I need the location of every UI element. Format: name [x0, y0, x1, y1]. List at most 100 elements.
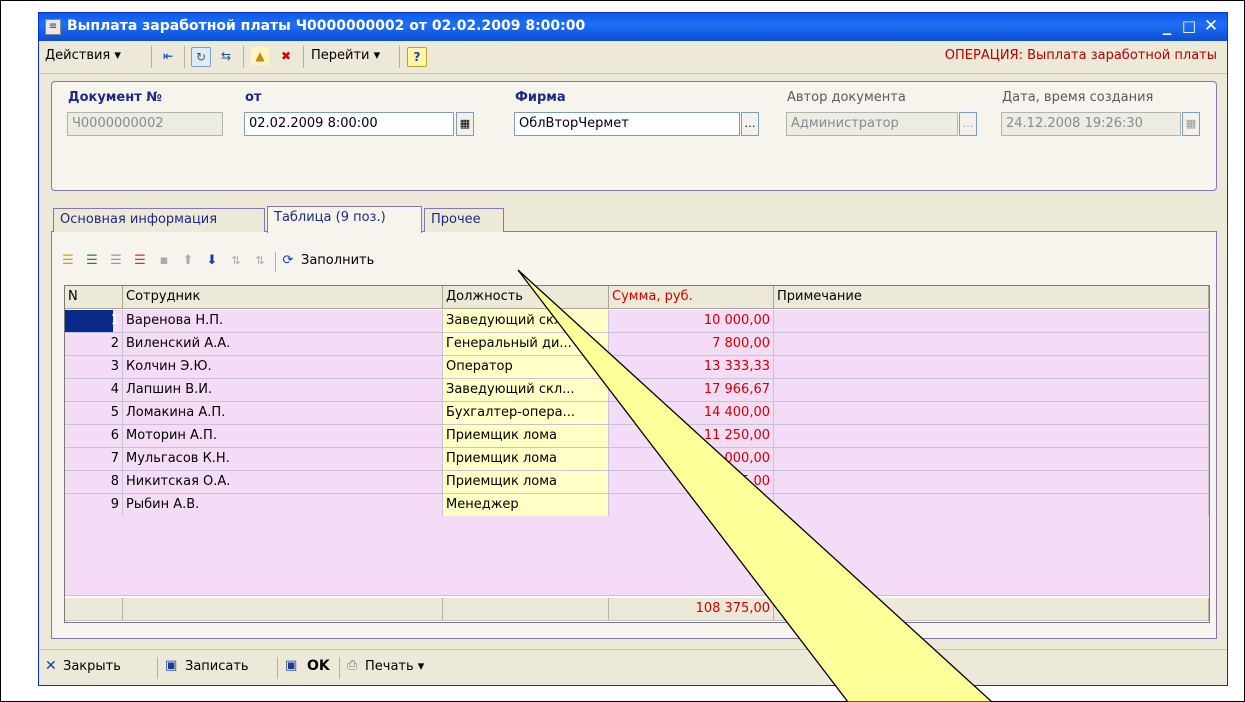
firm-select-button[interactable]: … [741, 112, 759, 136]
row-number-cell[interactable]: 8 [65, 471, 123, 494]
row-number-cell[interactable]: 4 [65, 379, 123, 402]
title-bar[interactable]: ≡ Выплата заработной платы Ч0000000002 о… [39, 13, 1227, 41]
table-row[interactable]: 7 Мульгасов К.Н. Приемщик лома 8 000,00 [65, 448, 1209, 471]
created-field[interactable]: 24.12.2008 19:26:30 [1001, 112, 1181, 136]
refresh-icon[interactable]: ↻ [191, 47, 211, 67]
note-cell[interactable] [774, 310, 1209, 333]
position-cell[interactable]: Приемщик лома [443, 448, 609, 471]
move-down-icon[interactable]: ⬇ [203, 252, 221, 270]
row-number-cell[interactable]: 5 [65, 402, 123, 425]
table-row[interactable]: 8 Никитская О.А. Приемщик лома 11 875,00 [65, 471, 1209, 494]
print-menu-button[interactable]: Печать ▾ [365, 659, 424, 674]
row-number-cell[interactable]: 3 [65, 356, 123, 379]
col-employee-header[interactable]: Сотрудник [123, 286, 443, 309]
tab-other[interactable]: Прочее [424, 208, 504, 232]
table-row[interactable]: 6 Моторин А.П. Приемщик лома 11 250,00 [65, 425, 1209, 448]
close-icon[interactable]: ✕ [45, 658, 57, 674]
close-button[interactable]: Закрыть [63, 659, 121, 674]
date-field[interactable]: 02.02.2009 8:00:00 [244, 112, 454, 136]
table-row[interactable]: 4 Лапшин В.И. Заведующий скл... 17 966,67 [65, 379, 1209, 402]
minimize-button[interactable]: _ [1157, 16, 1177, 36]
ok-button[interactable]: OK [307, 658, 330, 674]
move-up-icon[interactable]: ⬆ [179, 252, 197, 270]
employee-cell[interactable]: Никитская О.А. [123, 471, 443, 494]
employee-cell[interactable]: Варенова Н.П. [123, 310, 443, 333]
col-n-header[interactable]: N [65, 286, 123, 309]
note-cell[interactable] [774, 333, 1209, 356]
tab-main-info[interactable]: Основная информация [53, 208, 265, 232]
employee-cell[interactable]: Рыбин А.В. [123, 494, 443, 517]
col-sum-header[interactable]: Сумма, руб. [609, 286, 774, 309]
position-cell[interactable]: Менеджер [443, 494, 609, 517]
note-cell[interactable] [774, 356, 1209, 379]
sum-cell[interactable]: 13 333,33 [609, 356, 774, 379]
sum-cell[interactable]: 11 875,00 [609, 471, 774, 494]
printer-icon[interactable]: ⎙ [347, 658, 357, 673]
note-cell[interactable] [774, 402, 1209, 425]
maximize-button[interactable]: □ [1179, 16, 1199, 36]
position-cell[interactable]: Оператор [443, 356, 609, 379]
add-row-icon[interactable]: ☰ [59, 252, 77, 270]
end-edit-icon[interactable]: ▪ [155, 252, 173, 270]
fill-button[interactable]: Заполнить [301, 253, 374, 268]
sum-cell[interactable]: 11 250,00 [609, 425, 774, 448]
created-calendar-icon[interactable]: ▦ [1182, 112, 1200, 136]
col-position-header[interactable]: Должность [443, 286, 609, 309]
sum-cell[interactable]: 8 000,00 [609, 448, 774, 471]
help-icon[interactable]: ? [407, 47, 427, 67]
table-row[interactable]: 5 Ломакина А.П. Бухгалтер-опера... 14 400,0… [65, 402, 1209, 425]
firm-field[interactable]: ОблВторЧермет [514, 112, 740, 136]
sort-asc-icon[interactable]: ⇅ [227, 252, 245, 270]
position-cell[interactable]: Бухгалтер-опера... [443, 402, 609, 425]
sum-cell[interactable]: 14 400,00 [609, 402, 774, 425]
author-select-button[interactable]: … [959, 112, 977, 136]
note-cell[interactable] [774, 471, 1209, 494]
position-cell[interactable]: Заведующий скл... [443, 310, 609, 333]
delete-movements-icon[interactable]: ✖ [277, 47, 295, 65]
note-cell[interactable] [774, 425, 1209, 448]
note-cell[interactable] [774, 379, 1209, 402]
navigate-back-icon[interactable]: ⇤ [159, 47, 177, 65]
position-cell[interactable]: Генеральный ди... [443, 333, 609, 356]
table-row[interactable]: 2 Виленский А.А. Генеральный ди... 7 800,00 [65, 333, 1209, 356]
sort-desc-icon[interactable]: ⇅ [251, 252, 269, 270]
sum-cell[interactable]: 17 966,67 [609, 379, 774, 402]
fill-icon[interactable]: ⟳ [279, 252, 297, 270]
doc-number-field[interactable]: Ч0000000002 [67, 112, 223, 136]
row-number-cell[interactable]: 6 [65, 425, 123, 448]
save-icon[interactable]: ▣ [165, 658, 177, 673]
col-note-header[interactable]: Примечание [774, 286, 1209, 309]
actions-menu[interactable]: Действия ▾ [45, 48, 121, 63]
row-number-cell[interactable]: 1 [65, 310, 123, 333]
table-row[interactable]: 3 Колчин Э.Ю. Оператор 13 333,33 [65, 356, 1209, 379]
note-cell[interactable] [774, 448, 1209, 471]
note-cell[interactable] [774, 494, 1209, 517]
table-row[interactable]: 9 Рыбин А.В. Менеджер 13 750,00 [65, 494, 1209, 517]
employee-cell[interactable]: Виленский А.А. [123, 333, 443, 356]
author-field[interactable]: Администратор [786, 112, 958, 136]
sum-cell[interactable]: 13 750,00 [609, 494, 774, 517]
row-number-cell[interactable]: 9 [65, 494, 123, 517]
position-cell[interactable]: Заведующий скл... [443, 379, 609, 402]
employee-cell[interactable]: Лапшин В.И. [123, 379, 443, 402]
movements-icon[interactable]: ▲ [251, 47, 269, 65]
position-cell[interactable]: Приемщик лома [443, 425, 609, 448]
row-number-cell[interactable]: 2 [65, 333, 123, 356]
calendar-icon[interactable]: ▦ [456, 112, 474, 136]
close-window-button[interactable]: ✕ [1201, 16, 1221, 36]
structure-icon[interactable]: ⇆ [217, 47, 235, 65]
position-cell[interactable]: Приемщик лома [443, 471, 609, 494]
sum-cell[interactable]: 10 000,00 [609, 310, 774, 333]
table-row[interactable]: 1 Варенова Н.П. Заведующий скл... 10 000,00 [65, 310, 1209, 333]
ok-icon[interactable]: ▣ [285, 658, 297, 673]
row-number-cell[interactable]: 7 [65, 448, 123, 471]
employee-cell[interactable]: Мульгасов К.Н. [123, 448, 443, 471]
employee-cell[interactable]: Ломакина А.П. [123, 402, 443, 425]
tab-table[interactable]: Таблица (9 поз.) [267, 206, 422, 233]
delete-row-icon[interactable]: ☰ [131, 252, 149, 270]
employee-cell[interactable]: Колчин Э.Ю. [123, 356, 443, 379]
edit-row-icon[interactable]: ☰ [107, 252, 125, 270]
employee-cell[interactable]: Моторин А.П. [123, 425, 443, 448]
sum-cell[interactable]: 7 800,00 [609, 333, 774, 356]
copy-row-icon[interactable]: ☰ [83, 252, 101, 270]
